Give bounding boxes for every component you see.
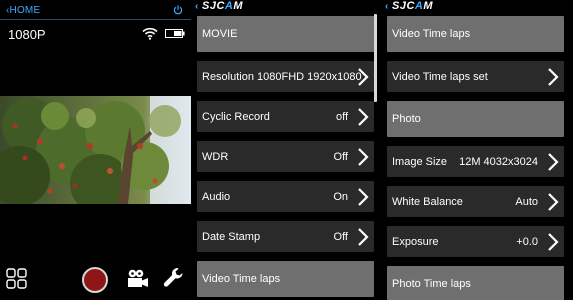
row-value: 12M 4032x3024 bbox=[459, 155, 538, 168]
row-label: WDR bbox=[202, 150, 229, 163]
row-value: Auto bbox=[515, 195, 538, 208]
settings-row[interactable]: Date Stamp Off bbox=[197, 221, 374, 252]
chevron-right-icon bbox=[548, 232, 559, 251]
row-value: Off bbox=[333, 230, 348, 243]
row-value: +0.0 bbox=[516, 235, 538, 248]
video-camera-icon[interactable] bbox=[127, 268, 149, 290]
home-link[interactable]: ‹HOME bbox=[6, 5, 40, 16]
sjcam-logo: SJCAM bbox=[202, 0, 244, 12]
power-icon[interactable] bbox=[173, 5, 183, 15]
row-value: On bbox=[333, 190, 348, 203]
row-label: MOVIE bbox=[202, 28, 238, 40]
row-value: off bbox=[335, 110, 348, 123]
settings-row[interactable]: Resolution 1080FHD 1920x1080 bbox=[197, 61, 374, 92]
section-header: Video Time laps bbox=[387, 16, 564, 52]
settings-row[interactable]: Image Size 12M 4032x3024 bbox=[387, 146, 564, 177]
chevron-right-icon bbox=[358, 67, 369, 86]
movie-settings-screen: ‹ SJCAM MOVIE Resolution 1080FHD 1920x108… bbox=[192, 0, 380, 300]
settings-row[interactable]: Audio On bbox=[197, 181, 374, 212]
chevron-right-icon bbox=[358, 187, 369, 206]
settings-row[interactable]: WDR Off bbox=[197, 141, 374, 172]
row-label: Video Time laps set bbox=[392, 70, 488, 83]
row-label: Photo Time laps bbox=[392, 278, 471, 290]
wrench-icon[interactable] bbox=[163, 267, 184, 289]
chevron-right-icon bbox=[548, 67, 559, 86]
row-label: Video Time laps bbox=[202, 273, 281, 285]
camera-preview-screen: ‹HOME 1080P bbox=[0, 0, 191, 300]
photo-settings-screen: ‹ SJCAM Video Time laps Video Time laps s… bbox=[382, 0, 570, 300]
row-label: Exposure bbox=[392, 235, 439, 248]
chevron-right-icon bbox=[358, 147, 369, 166]
section-header: Photo Time laps bbox=[387, 266, 564, 300]
row-label: Video Time laps bbox=[392, 28, 471, 40]
wifi-icon bbox=[142, 27, 158, 40]
home-label: HOME bbox=[9, 5, 41, 16]
settings-row[interactable]: Exposure +0.0 bbox=[387, 226, 564, 257]
row-label: Resolution 1080FHD 1920x1080 bbox=[202, 70, 362, 83]
chevron-right-icon bbox=[548, 152, 559, 171]
section-header: Video Time laps bbox=[197, 261, 374, 297]
row-label: White Balance bbox=[392, 195, 463, 208]
row-label: Date Stamp bbox=[202, 230, 261, 243]
settings-header: ‹ SJCAM bbox=[192, 0, 380, 12]
top-bar: ‹HOME bbox=[0, 0, 191, 20]
row-label: Cyclic Record bbox=[202, 110, 270, 123]
section-header: MOVIE bbox=[197, 16, 374, 52]
settings-header: ‹ SJCAM bbox=[382, 0, 570, 12]
chevron-right-icon bbox=[358, 227, 369, 246]
section-header: Photo bbox=[387, 101, 564, 137]
row-label: Photo bbox=[392, 113, 421, 125]
live-preview-image bbox=[0, 96, 191, 204]
live-preview-tree-image bbox=[0, 96, 191, 204]
back-chevron-icon[interactable]: ‹ bbox=[385, 1, 388, 12]
chevron-right-icon bbox=[358, 107, 369, 126]
row-label: Image Size bbox=[392, 155, 448, 168]
back-chevron-icon[interactable]: ‹ bbox=[195, 1, 198, 12]
row-value: Off bbox=[333, 150, 348, 163]
record-button[interactable] bbox=[82, 267, 108, 293]
chevron-right-icon bbox=[548, 192, 559, 211]
gallery-icon[interactable] bbox=[6, 268, 27, 289]
sjcam-logo: SJCAM bbox=[392, 0, 434, 12]
settings-scrollbar[interactable] bbox=[374, 14, 377, 102]
row-label: Audio bbox=[202, 190, 231, 203]
resolution-label: 1080P bbox=[8, 27, 46, 42]
top-divider bbox=[0, 19, 191, 20]
settings-row[interactable]: Video Time laps set bbox=[387, 61, 564, 92]
settings-row[interactable]: Cyclic Record off bbox=[197, 101, 374, 132]
battery-icon bbox=[165, 29, 185, 38]
settings-row[interactable]: White Balance Auto bbox=[387, 186, 564, 217]
